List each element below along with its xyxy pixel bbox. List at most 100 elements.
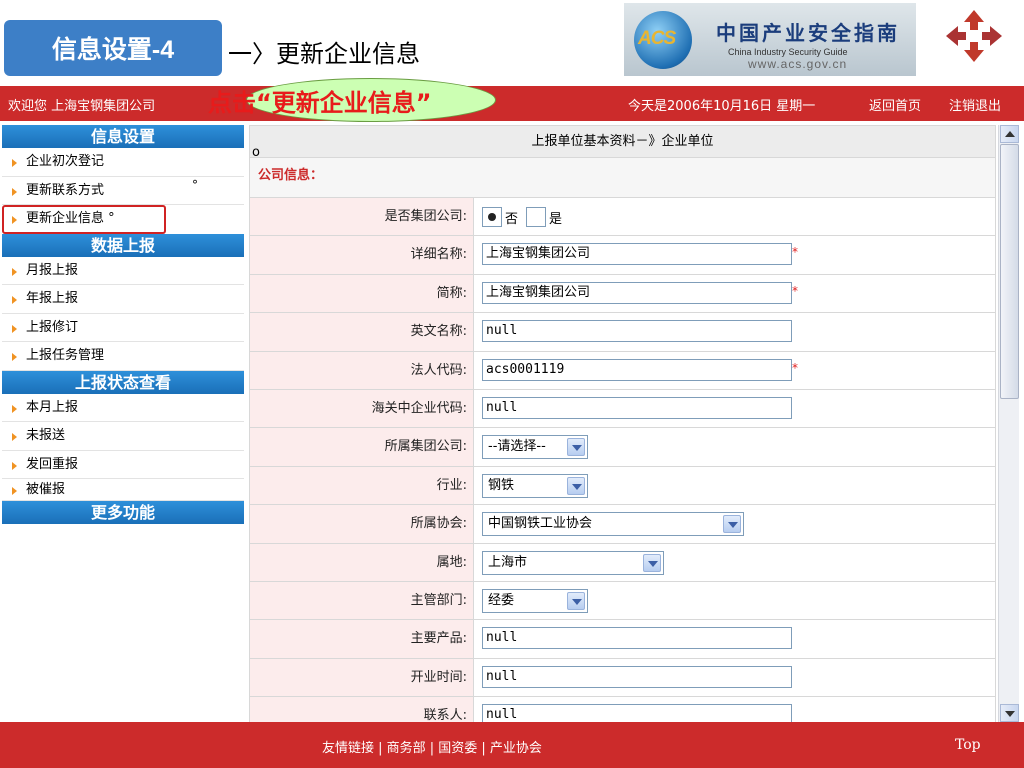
scroll-down-icon[interactable] xyxy=(1000,704,1019,722)
department-select[interactable]: 经委 xyxy=(482,588,588,613)
form-row-products: 主要产品: null xyxy=(249,620,996,659)
short-name-input[interactable]: 上海宝钢集团公司 xyxy=(482,281,792,304)
legal-code-input[interactable]: acs0001119 xyxy=(482,358,792,381)
required-mark: * xyxy=(792,283,798,298)
date-text: 今天是2006年10月16日 星期一 xyxy=(628,99,816,114)
field-label: 法人代码: xyxy=(249,351,474,389)
logout-link[interactable]: 注销退出 xyxy=(949,95,1001,114)
field-label: 所属集团公司: xyxy=(249,428,474,466)
arrow-right-icon xyxy=(12,296,17,304)
form-row-association: 所属协会: 中国钢铁工业协会 xyxy=(249,505,996,544)
section-company-info: 公司信息： xyxy=(249,158,996,198)
form-row-full-name: 详细名称: 上海宝钢集团公司 * xyxy=(249,236,996,275)
arrow-right-icon xyxy=(12,461,17,470)
sidebar-item-returned[interactable]: 发回重报 xyxy=(2,450,244,479)
field-label: 主管部门: xyxy=(249,581,474,620)
sidebar-item-monthly-report[interactable]: 月报上报 xyxy=(2,256,244,285)
radio-no[interactable] xyxy=(482,207,502,227)
chevron-down-icon xyxy=(567,476,585,495)
radio-yes[interactable] xyxy=(526,207,547,227)
association-select[interactable]: 中国钢铁工业协会 xyxy=(482,512,744,537)
top-bar: 欢迎您 上海宝钢集团公司 今天是2006年10月16日 星期一 返回首页 注销退… xyxy=(0,86,1024,121)
field-label: 海关中企业代码: xyxy=(249,389,474,428)
logo-english-text: China Industry Security Guide xyxy=(728,47,848,57)
arrow-right-icon xyxy=(12,187,17,196)
sidebar: 信息设置 企业初次登记 更新联系方式 ° 更新企业信息 ° 数据上报 月报上报 年… xyxy=(2,125,244,722)
arrow-right-icon xyxy=(12,159,17,167)
parent-group-select[interactable]: --请选择-- xyxy=(482,435,588,460)
field-label: 简称: xyxy=(249,274,474,313)
sidebar-item-annual-report[interactable]: 年报上报 xyxy=(2,285,244,314)
sidebar-item-urged[interactable]: 被催报 xyxy=(2,479,244,501)
arrow-right-icon xyxy=(12,404,17,413)
corner-logo-icon xyxy=(946,10,1002,62)
arrow-right-icon xyxy=(12,433,17,441)
required-mark: * xyxy=(792,245,798,260)
sidebar-item-report-revision[interactable]: 上报修订 xyxy=(2,313,244,342)
menu-group-status-check[interactable]: 上报状态查看 xyxy=(2,370,244,394)
form-row-short-name: 简称: 上海宝钢集团公司 * xyxy=(249,274,996,314)
vertical-scrollbar[interactable] xyxy=(998,125,1019,722)
field-label: 联系人: xyxy=(249,697,474,722)
sidebar-item-this-month[interactable]: 本月上报 xyxy=(2,393,244,422)
chevron-down-icon xyxy=(643,553,661,572)
slide-title: 信息设置-4 xyxy=(4,20,222,76)
sidebar-item-task-management[interactable]: 上报任务管理 xyxy=(2,342,244,371)
form-row-english-name: 英文名称: null xyxy=(249,313,996,352)
full-name-input[interactable]: 上海宝钢集团公司 xyxy=(482,243,792,266)
dot-mark: ° xyxy=(192,177,198,192)
arrow-right-icon xyxy=(12,353,17,361)
field-label: 行业: xyxy=(249,466,474,505)
arrow-right-icon xyxy=(12,324,17,333)
required-mark: * xyxy=(792,360,798,375)
footer-links[interactable]: 友情链接 | 商务部 | 国资委 | 产业协会 xyxy=(322,737,542,756)
sidebar-item-update-contact[interactable]: 更新联系方式 ° xyxy=(2,176,244,205)
field-label: 属地: xyxy=(249,543,474,581)
back-to-top-link[interactable]: Top xyxy=(955,737,981,753)
form-row-contact: 联系人: null xyxy=(249,697,996,722)
sidebar-item-not-sent[interactable]: 未报送 xyxy=(2,422,244,451)
form-row-is-group: 是否集团公司: 否 是 xyxy=(249,198,996,237)
open-time-input[interactable]: null xyxy=(482,665,792,688)
globe-icon: ACS xyxy=(634,11,692,69)
english-name-input[interactable]: null xyxy=(482,320,792,343)
acs-logo: ACS 中国产业安全指南 China Industry Security Gui… xyxy=(624,3,916,76)
menu-group-more[interactable]: 更多功能 xyxy=(2,501,244,524)
arrow-right-icon xyxy=(12,487,17,495)
slide-subtitle: 一〉更新企业信息 xyxy=(228,40,420,68)
chevron-down-icon xyxy=(723,515,741,534)
menu-group-data-report[interactable]: 数据上报 xyxy=(2,233,244,257)
radio-yes-label: 是 xyxy=(549,211,563,227)
field-label: 所属协会: xyxy=(249,505,474,543)
form-row-parent-group: 所属集团公司: --请选择-- xyxy=(249,428,996,467)
sidebar-item-update-enterprise[interactable]: 更新企业信息 ° xyxy=(2,205,166,234)
form-row-department: 主管部门: 经委 xyxy=(249,581,996,621)
arrow-right-icon xyxy=(12,267,17,276)
chevron-down-icon xyxy=(567,591,585,610)
form-row-customs-code: 海关中企业代码: null xyxy=(249,389,996,429)
field-label: 主要产品: xyxy=(249,620,474,658)
form-row-location: 属地: 上海市 xyxy=(249,543,996,582)
field-label: 详细名称: xyxy=(249,236,474,274)
panel-title: 上报单位基本资料－》企业单位 xyxy=(249,125,996,158)
industry-select[interactable]: 钢铁 xyxy=(482,473,588,498)
logo-url-text: www.acs.gov.cn xyxy=(748,57,848,71)
logo-chinese-text: 中国产业安全指南 xyxy=(716,21,900,45)
main-panel: 上报单位基本资料－》企业单位 o 公司信息： 是否集团公司: 否 是 详细名称:… xyxy=(249,125,996,722)
menu-group-info-settings[interactable]: 信息设置 xyxy=(2,125,244,148)
customs-code-input[interactable]: null xyxy=(482,396,792,419)
form-row-legal-code: 法人代码: acs0001119 * xyxy=(249,351,996,390)
chevron-down-icon xyxy=(567,438,585,457)
home-link[interactable]: 返回首页 xyxy=(869,95,921,114)
contact-input[interactable]: null xyxy=(482,704,792,722)
radio-no-label: 否 xyxy=(505,211,519,227)
scroll-thumb[interactable] xyxy=(1000,144,1019,399)
location-select[interactable]: 上海市 xyxy=(482,550,664,575)
sidebar-item-initial-registration[interactable]: 企业初次登记 xyxy=(2,148,244,177)
form-row-industry: 行业: 钢铁 xyxy=(249,466,996,506)
scroll-up-icon[interactable] xyxy=(1000,125,1019,143)
callout-text: 点击“更新企业信息” xyxy=(208,89,432,117)
form-row-open-time: 开业时间: null xyxy=(249,658,996,698)
footer-bar: 友情链接 | 商务部 | 国资委 | 产业协会 Top xyxy=(0,722,1024,768)
products-input[interactable]: null xyxy=(482,627,792,650)
